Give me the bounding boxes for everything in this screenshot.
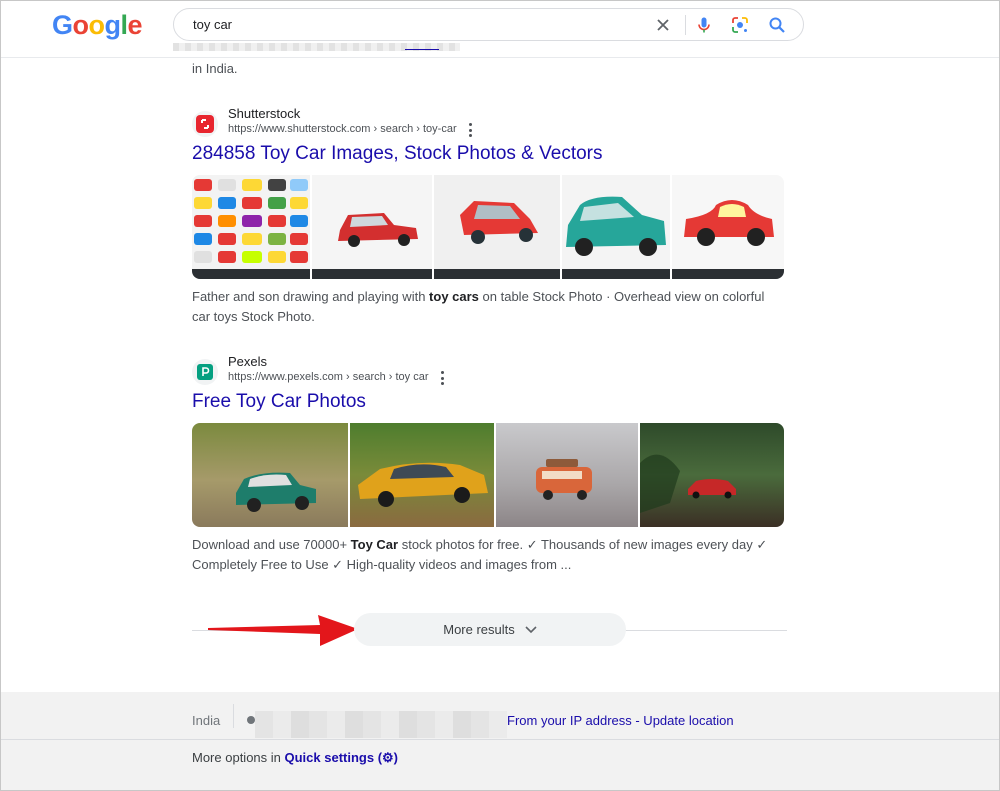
location-dot-icon <box>247 716 255 724</box>
logo-letter: e <box>127 10 143 40</box>
image-thumbnail[interactable] <box>350 423 494 527</box>
forest-toy-car-image <box>640 423 784 527</box>
green-toy-car-image <box>192 423 348 527</box>
update-location-link[interactable]: From your IP address - Update location <box>507 713 734 728</box>
pexels-favicon <box>192 359 218 385</box>
image-thumbnail[interactable] <box>562 175 670 279</box>
result-title[interactable]: Free Toy Car Photos <box>192 391 366 413</box>
previous-snippet: in India. <box>192 61 238 76</box>
search-result: Pexels https://www.pexels.com › search ›… <box>192 354 787 575</box>
logo-letter: o <box>88 10 106 40</box>
google-lens-icon[interactable] <box>730 15 750 35</box>
options-text: More options in <box>192 750 285 765</box>
footer-country: India <box>192 713 221 728</box>
logo-letter: G <box>52 10 73 40</box>
browser-page: Google toy car in India. Shutterstock ht… <box>0 0 1000 791</box>
image-thumbnail[interactable] <box>192 175 310 279</box>
snippet-text: Download and use 70000+ <box>192 537 351 552</box>
search-result: Shutterstock https://www.shutterstock.co… <box>192 106 787 327</box>
shutterstock-icon <box>196 115 214 133</box>
teal-toy-car-image <box>562 175 670 279</box>
quick-settings-link[interactable]: Quick settings (⚙) <box>285 750 399 765</box>
image-thumbnail[interactable] <box>496 423 638 527</box>
footer-options: More options in Quick settings (⚙) <box>192 750 398 766</box>
image-thumbnail[interactable] <box>640 423 784 527</box>
pexels-icon <box>197 364 213 380</box>
search-input[interactable]: toy car <box>193 17 232 32</box>
red-arrow-annotation-icon <box>208 615 358 646</box>
page-footer: India From your IP address - Update loca… <box>1 692 999 790</box>
microphone-icon[interactable] <box>694 15 714 35</box>
site-url[interactable]: https://www.shutterstock.com › search › … <box>228 123 457 135</box>
image-thumbnail[interactable] <box>312 175 432 279</box>
orange-toy-van-image <box>496 423 638 527</box>
image-strip <box>192 423 784 527</box>
result-snippet: Download and use 70000+ Toy Car stock ph… <box>192 535 784 575</box>
yellow-toy-car-image <box>350 423 494 527</box>
obscured-link <box>405 44 439 50</box>
site-url[interactable]: https://www.pexels.com › search › toy ca… <box>228 371 429 383</box>
more-results-label: More results <box>443 622 515 637</box>
snippet-highlight: toy cars <box>429 289 479 304</box>
image-thumbnail[interactable] <box>672 175 784 279</box>
more-options-icon[interactable] <box>465 123 475 137</box>
snippet-highlight: Toy Car <box>350 537 399 552</box>
chevron-down-icon <box>525 625 537 633</box>
site-name: Pexels <box>228 354 268 369</box>
site-name: Shutterstock <box>228 106 301 121</box>
toy-cars-grid-image <box>192 175 310 279</box>
result-snippet: Father and son drawing and playing with … <box>192 287 784 327</box>
obscured-location <box>255 711 507 738</box>
image-thumbnail[interactable] <box>434 175 560 279</box>
search-divider <box>685 15 686 35</box>
search-icon[interactable] <box>767 15 787 35</box>
cartoon-red-car-image <box>672 175 784 279</box>
more-options-icon[interactable] <box>437 371 447 385</box>
search-box[interactable]: toy car <box>173 8 804 41</box>
footer-divider <box>233 704 234 728</box>
logo-letter: g <box>104 10 122 40</box>
image-strip <box>192 175 784 279</box>
footer-location-row: India From your IP address - Update loca… <box>1 692 999 740</box>
shutterstock-favicon <box>192 111 218 137</box>
result-title[interactable]: 284858 Toy Car Images, Stock Photos & Ve… <box>192 143 603 165</box>
google-logo[interactable]: Google <box>52 10 143 41</box>
clear-icon[interactable] <box>653 15 673 35</box>
red-toy-car-image <box>434 175 560 279</box>
snippet-text: Father and son drawing and playing with <box>192 289 430 304</box>
logo-letter: l <box>120 10 129 40</box>
more-results-button[interactable]: More results <box>354 613 626 646</box>
image-thumbnail[interactable] <box>192 423 348 527</box>
search-header: Google toy car <box>1 1 999 58</box>
red-toy-car-image <box>312 175 432 279</box>
logo-letter: o <box>72 10 90 40</box>
